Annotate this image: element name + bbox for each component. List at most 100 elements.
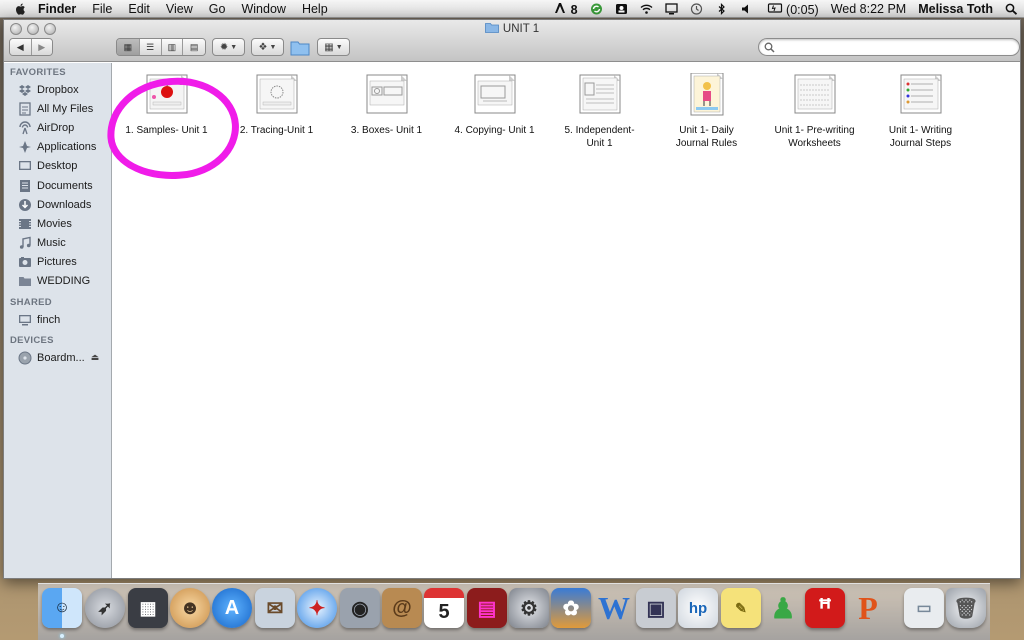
dropbox-icon xyxy=(19,84,31,96)
file-item[interactable]: 2. Tracing-Unit 1 xyxy=(223,73,330,138)
dock-word[interactable]: W xyxy=(594,588,634,628)
dock-trash[interactable]: 🗑 xyxy=(946,588,986,628)
action-menu-button[interactable]: ✹ ▼ xyxy=(212,38,245,56)
icon-view-button[interactable]: ▦ xyxy=(117,39,140,55)
sidebar-item-finch[interactable]: finch xyxy=(4,310,111,329)
dock-safari[interactable]: ✦ xyxy=(297,588,337,628)
column-view-button[interactable]: ▥ xyxy=(161,39,184,55)
contacts-status-icon[interactable] xyxy=(615,3,628,15)
sidebar-item-pictures[interactable]: Pictures xyxy=(4,253,111,272)
search-field[interactable] xyxy=(758,38,1020,56)
document-thumbnail-icon xyxy=(789,73,841,117)
file-name: 1. Samples- Unit 1 xyxy=(125,125,208,136)
menu-go[interactable]: Go xyxy=(209,2,226,16)
coverflow-view-button[interactable]: ▤ xyxy=(183,39,205,55)
sidebar-item-desktop[interactable]: Desktop xyxy=(4,157,111,176)
file-item[interactable]: 3. Boxes- Unit 1 xyxy=(333,73,440,138)
dock-mail[interactable]: ✉ xyxy=(255,588,295,628)
desktop-icon xyxy=(19,161,31,171)
volume-icon[interactable] xyxy=(740,3,753,15)
sidebar-header-devices: DEVICES xyxy=(10,335,54,347)
gear-icon: ⚙ xyxy=(520,597,538,620)
dock-finder[interactable]: ☺ xyxy=(42,588,82,628)
dock-preview[interactable]: ▣ xyxy=(636,588,676,628)
dock-system-preferences[interactable]: ⚙ xyxy=(509,588,549,628)
icon-view-icon: ▦ xyxy=(123,41,133,52)
dropbox-menu-button[interactable]: ❖ ▼ xyxy=(251,38,284,56)
sidebar-item-all-my-files[interactable]: All My Files xyxy=(4,99,111,118)
sidebar-item-wedding[interactable]: WEDDING xyxy=(4,272,111,291)
sidebar-item-boardmaker[interactable]: Boardm... ⏏ xyxy=(4,348,111,367)
menu-app-name[interactable]: Finder xyxy=(38,2,76,16)
apple-menu-icon[interactable] xyxy=(14,2,28,16)
menu-help[interactable]: Help xyxy=(302,2,328,16)
adobe-updater-status[interactable]: 8 xyxy=(554,2,578,17)
menubar-clock[interactable]: Wed 8:22 PM xyxy=(831,2,907,16)
document-thumbnail-icon xyxy=(361,73,413,117)
dock-face-app[interactable]: ☻ xyxy=(170,588,210,628)
view-mode-buttons: ▦ ☰ ▥ ▤ xyxy=(116,38,206,56)
sidebar-item-music[interactable]: Music xyxy=(4,234,111,253)
battery-status[interactable]: (0:05) xyxy=(765,2,819,17)
menu-edit[interactable]: Edit xyxy=(128,2,150,16)
dock-window-preview[interactable]: ▭ xyxy=(904,588,944,628)
menubar-user[interactable]: Melissa Toth xyxy=(918,2,993,16)
dock-stickies[interactable]: ✎ xyxy=(721,588,761,628)
window-thumbnail-icon: ▭ xyxy=(916,600,932,617)
menu-file[interactable]: File xyxy=(92,2,112,16)
back-forward-buttons: ◀ ▶ xyxy=(9,38,53,56)
dock-powerpoint[interactable]: P xyxy=(848,588,888,628)
dock-iphoto[interactable]: ✿ xyxy=(551,588,591,628)
document-thumbnail-icon xyxy=(251,73,303,117)
rocket-icon: ➶ xyxy=(97,597,113,618)
bluetooth-icon[interactable] xyxy=(715,3,728,15)
documents-icon xyxy=(20,179,30,192)
dock-hp-utility[interactable]: hp xyxy=(678,588,718,628)
file-item[interactable]: Unit 1- Writing Journal Steps xyxy=(867,73,974,150)
folder-shortcut-button[interactable] xyxy=(290,38,310,56)
sidebar-item-airdrop[interactable]: AirDrop xyxy=(4,118,111,137)
wifi-icon[interactable] xyxy=(640,3,653,15)
spotlight-icon[interactable] xyxy=(1005,3,1018,15)
sidebar-item-dropbox[interactable]: Dropbox xyxy=(4,80,111,99)
sidebar-item-documents[interactable]: Documents xyxy=(4,176,111,195)
file-item[interactable]: 1. Samples- Unit 1 xyxy=(113,73,220,138)
dock-calendar[interactable]: 5 xyxy=(424,588,464,628)
calendar-day: 5 xyxy=(438,600,450,623)
sidebar-item-movies[interactable]: Movies xyxy=(4,214,111,233)
document-thumbnail-icon xyxy=(469,73,521,117)
dock-photo-slideshow[interactable]: ▤ xyxy=(467,588,507,628)
search-input[interactable] xyxy=(779,40,1009,54)
sidebar-item-label: Documents xyxy=(37,179,93,192)
dock-launchpad[interactable]: ➶ xyxy=(85,588,125,628)
file-item[interactable]: Unit 1- Pre-writing Worksheets xyxy=(761,73,868,150)
time-machine-icon[interactable] xyxy=(690,3,703,15)
downloads-icon xyxy=(19,198,31,211)
dock-messenger[interactable]: ♟ xyxy=(763,588,803,628)
menu-view[interactable]: View xyxy=(166,2,193,16)
dock-app-store[interactable]: A xyxy=(212,588,252,628)
file-item[interactable]: 4. Copying- Unit 1 xyxy=(441,73,548,138)
display-icon[interactable] xyxy=(664,3,678,15)
file-item[interactable]: 5. Independent- Unit 1 xyxy=(546,73,653,150)
arrange-menu-button[interactable]: ▦ ▼ xyxy=(317,38,350,56)
dock-acrobat[interactable]: ꟸ xyxy=(805,588,845,628)
menu-window[interactable]: Window xyxy=(241,2,285,16)
dock-facetime[interactable]: ◉ xyxy=(340,588,380,628)
status-area: 8 (0:05) Wed 8:22 PM Melissa Toth xyxy=(554,0,1024,18)
sidebar-item-applications[interactable]: Applications xyxy=(4,138,111,157)
sidebar-item-downloads[interactable]: Downloads xyxy=(4,195,111,214)
battery-icon xyxy=(767,2,782,13)
forward-button[interactable]: ▶ xyxy=(31,39,52,55)
app-store-icon: A xyxy=(224,596,240,619)
eject-icon[interactable]: ⏏ xyxy=(91,352,100,363)
back-button[interactable]: ◀ xyxy=(10,39,32,55)
file-name-line2: Journal Rules xyxy=(675,137,738,149)
dock-photo-booth[interactable]: ▦ xyxy=(128,588,168,628)
file-item[interactable]: Unit 1- Daily Journal Rules xyxy=(653,73,760,150)
sync-icon[interactable] xyxy=(590,3,603,15)
dock-address-book[interactable]: @ xyxy=(382,588,422,628)
list-view-button[interactable]: ☰ xyxy=(139,39,162,55)
all-files-icon xyxy=(19,102,31,116)
compass-icon: ✦ xyxy=(308,597,326,620)
